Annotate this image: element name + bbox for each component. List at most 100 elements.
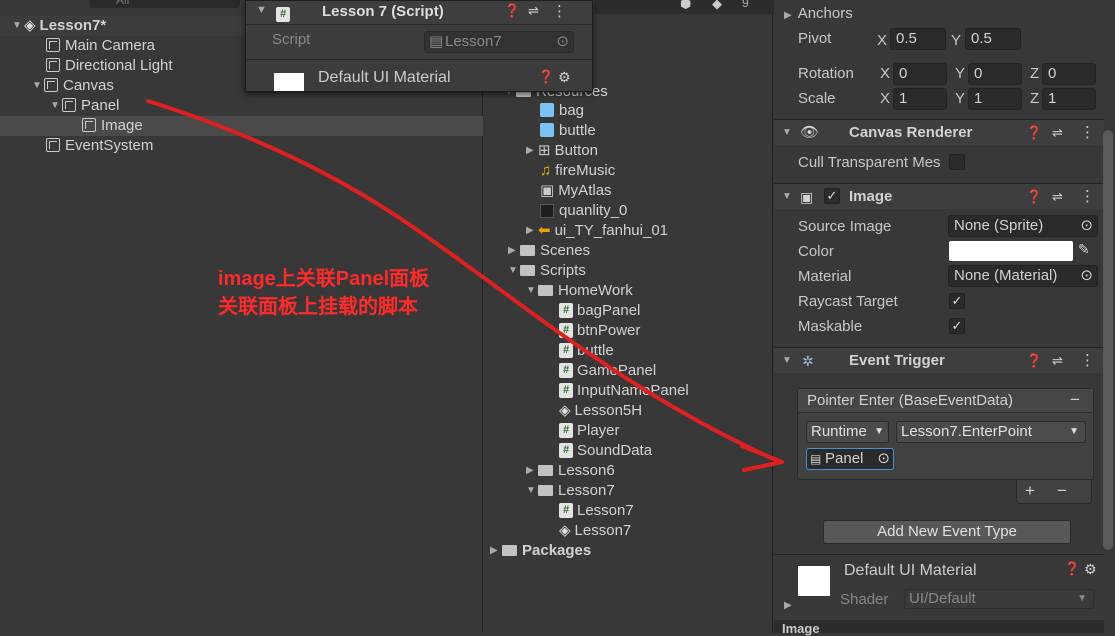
more-menu-icon[interactable]: ⋮ bbox=[552, 2, 567, 20]
preset-icon[interactable]: ⇌ bbox=[528, 3, 539, 19]
project-item-lesson7-folder[interactable]: ▼ Lesson7 bbox=[526, 481, 615, 501]
pivot-y-field[interactable]: 0.5 bbox=[965, 28, 1021, 50]
add-new-event-type-button[interactable]: Add New Event Type bbox=[823, 520, 1071, 544]
expand-triangle-icon[interactable]: ▼ bbox=[12, 16, 24, 36]
rotation-z-label: Z bbox=[1030, 65, 1040, 82]
expand-triangle-icon[interactable]: ▼ bbox=[50, 96, 62, 116]
color-swatch[interactable] bbox=[949, 241, 1073, 261]
remove-listener-button[interactable]: − bbox=[1057, 481, 1067, 501]
project-item-packages[interactable]: ▶ Packages bbox=[490, 541, 591, 561]
material-preview bbox=[798, 566, 830, 596]
eyedropper-icon[interactable]: ✎ bbox=[1078, 241, 1090, 258]
hierarchy-item-eventsystem[interactable]: EventSystem bbox=[46, 136, 153, 156]
chevron-down-icon: ▼ bbox=[1077, 593, 1087, 604]
preview-bar: Image bbox=[774, 620, 1104, 635]
rotation-y-label: Y bbox=[955, 65, 966, 82]
project-item-quanlity[interactable]: quanlity_0 bbox=[540, 201, 627, 221]
project-item-lesson6[interactable]: ▶ Lesson6 bbox=[526, 461, 615, 481]
gameobject-icon bbox=[46, 138, 60, 153]
image-enabled-checkbox[interactable]: ✓ bbox=[824, 188, 840, 204]
hierarchy-item-directional-light[interactable]: Directional Light bbox=[46, 56, 173, 76]
eye-icon: 👁 bbox=[800, 124, 820, 141]
project-item-firemusic[interactable]: ♫ fireMusic bbox=[540, 161, 615, 181]
project-item-lesson5h[interactable]: ◈ Lesson5H bbox=[559, 401, 642, 421]
shader-label: Shader bbox=[840, 591, 889, 608]
rotation-z-field[interactable]: 0 bbox=[1042, 63, 1096, 85]
runtime-dropdown[interactable]: Runtime ▼ bbox=[806, 421, 889, 443]
hierarchy-item-canvas[interactable]: ▼ Canvas bbox=[32, 76, 114, 96]
settings-gear-icon[interactable]: ⚙ bbox=[558, 69, 571, 86]
scale-x-label: X bbox=[880, 90, 891, 107]
project-item-ui-fanhui[interactable]: ▶ ⬅ ui_TY_fanhui_01 bbox=[526, 221, 668, 241]
project-item-buttle-script[interactable]: # buttle bbox=[559, 341, 614, 361]
expand-triangle-icon[interactable]: ▶ bbox=[784, 600, 792, 611]
collapse-triangle-icon[interactable]: ▼ bbox=[256, 4, 267, 16]
project-item-player[interactable]: # Player bbox=[559, 421, 620, 441]
project-item-btnpower[interactable]: # btnPower bbox=[559, 321, 640, 341]
hierarchy-search-input[interactable]: All bbox=[90, 0, 240, 8]
project-item-button[interactable]: ▶ ⊞ Button bbox=[526, 141, 598, 161]
object-picker-icon: ⊙ bbox=[1080, 217, 1093, 234]
project-toolbar: ⬢ ◆ 9 bbox=[594, 0, 774, 14]
hierarchy-item-image[interactable]: Image bbox=[0, 116, 483, 136]
project-item-gamepanel[interactable]: # GamePanel bbox=[559, 361, 656, 381]
folder-icon bbox=[538, 484, 553, 496]
hidden-count[interactable]: 9 bbox=[742, 0, 749, 10]
settings-gear-icon[interactable]: ⚙ bbox=[1084, 561, 1097, 578]
help-icon[interactable]: ❓ bbox=[1064, 561, 1080, 577]
project-item-lesson7-scene[interactable]: ◈ Lesson7 bbox=[559, 521, 631, 541]
inspector-scrollbar[interactable] bbox=[1103, 130, 1113, 550]
image-component-header[interactable]: ▼ ▣ ✓ Image ❓ ⇌ ⋮ bbox=[774, 183, 1104, 209]
gameobject-icon bbox=[62, 98, 76, 113]
expand-triangle-icon[interactable]: ▼ bbox=[32, 76, 44, 96]
hierarchy-item-panel[interactable]: ▼ Panel bbox=[50, 96, 119, 116]
target-object-field[interactable]: Panel ▤ ⊙ bbox=[806, 448, 894, 470]
raycast-target-checkbox[interactable]: ✓ bbox=[949, 293, 965, 309]
help-icon[interactable]: ❓ bbox=[538, 69, 554, 85]
rotation-y-field[interactable]: 0 bbox=[968, 63, 1022, 85]
project-item-bagpanel[interactable]: # bagPanel bbox=[559, 301, 640, 321]
help-icon: ❓ bbox=[1026, 189, 1043, 204]
project-item-scripts[interactable]: ▼ Scripts bbox=[508, 261, 586, 281]
rotation-x-field[interactable]: 0 bbox=[893, 63, 947, 85]
preview-tab[interactable]: Image bbox=[782, 622, 820, 635]
project-item-bag[interactable]: bag bbox=[540, 101, 584, 121]
folder-icon bbox=[538, 284, 553, 296]
prefab-variant-icon: ⊞ bbox=[538, 142, 551, 159]
function-dropdown[interactable]: Lesson7.EnterPoint ▼ bbox=[896, 421, 1086, 443]
project-panel: ⬢ ◆ 9 ▼Resources bag buttle ▶⊞Button ♫fi… bbox=[484, 0, 774, 633]
pivot-x-field[interactable]: 0.5 bbox=[890, 28, 946, 50]
project-item-homework[interactable]: ▼ HomeWork bbox=[526, 281, 633, 301]
event-trigger-header[interactable]: ▼ ✲ Event Trigger ❓ ⇌ ⋮ bbox=[774, 347, 1104, 373]
tag-icon[interactable]: ◆ bbox=[712, 0, 722, 12]
maskable-checkbox[interactable]: ✓ bbox=[949, 318, 965, 334]
csharp-script-icon: # bbox=[559, 322, 573, 338]
folder-icon bbox=[538, 464, 553, 476]
remove-event-button[interactable]: − bbox=[1070, 390, 1080, 410]
scale-y-label: Y bbox=[955, 90, 966, 107]
canvas-renderer-header[interactable]: ▼ 👁 Canvas Renderer ❓ ⇌ ⋮ bbox=[774, 119, 1104, 145]
material-field[interactable]: None (Material) ⊙ bbox=[948, 265, 1098, 287]
prefab-icon bbox=[540, 123, 554, 138]
project-item-buttle[interactable]: buttle bbox=[540, 121, 596, 141]
project-item-lesson7-script[interactable]: # Lesson7 bbox=[559, 501, 634, 521]
cull-transparent-checkbox[interactable] bbox=[949, 154, 965, 170]
anchors-foldout[interactable]: ▶ Anchors bbox=[784, 4, 853, 26]
scale-y-field[interactable]: 1 bbox=[968, 88, 1022, 110]
color-label: Color bbox=[798, 243, 834, 260]
project-item-scenes[interactable]: ▶ Scenes bbox=[508, 241, 590, 261]
event-entry-header: Pointer Enter (BaseEventData) − bbox=[798, 389, 1093, 413]
scale-label: Scale bbox=[798, 90, 836, 107]
project-item-sounddata[interactable]: # SoundData bbox=[559, 441, 652, 461]
hierarchy-item-main-camera[interactable]: Main Camera bbox=[46, 36, 155, 56]
scale-z-field[interactable]: 1 bbox=[1042, 88, 1096, 110]
project-item-inputnamepanel[interactable]: # InputNamePanel bbox=[559, 381, 689, 401]
help-icon[interactable]: ❓ bbox=[504, 3, 520, 19]
scale-x-field[interactable]: 1 bbox=[893, 88, 947, 110]
packages-icon[interactable]: ⬢ bbox=[680, 0, 691, 12]
script-file-icon: ▤ bbox=[429, 33, 444, 50]
add-listener-button[interactable]: + bbox=[1025, 481, 1035, 501]
source-image-field[interactable]: None (Sprite) ⊙ bbox=[948, 215, 1098, 237]
object-picker-icon: ⊙ bbox=[556, 33, 569, 50]
project-item-myatlas[interactable]: ▣ MyAtlas bbox=[540, 181, 612, 201]
